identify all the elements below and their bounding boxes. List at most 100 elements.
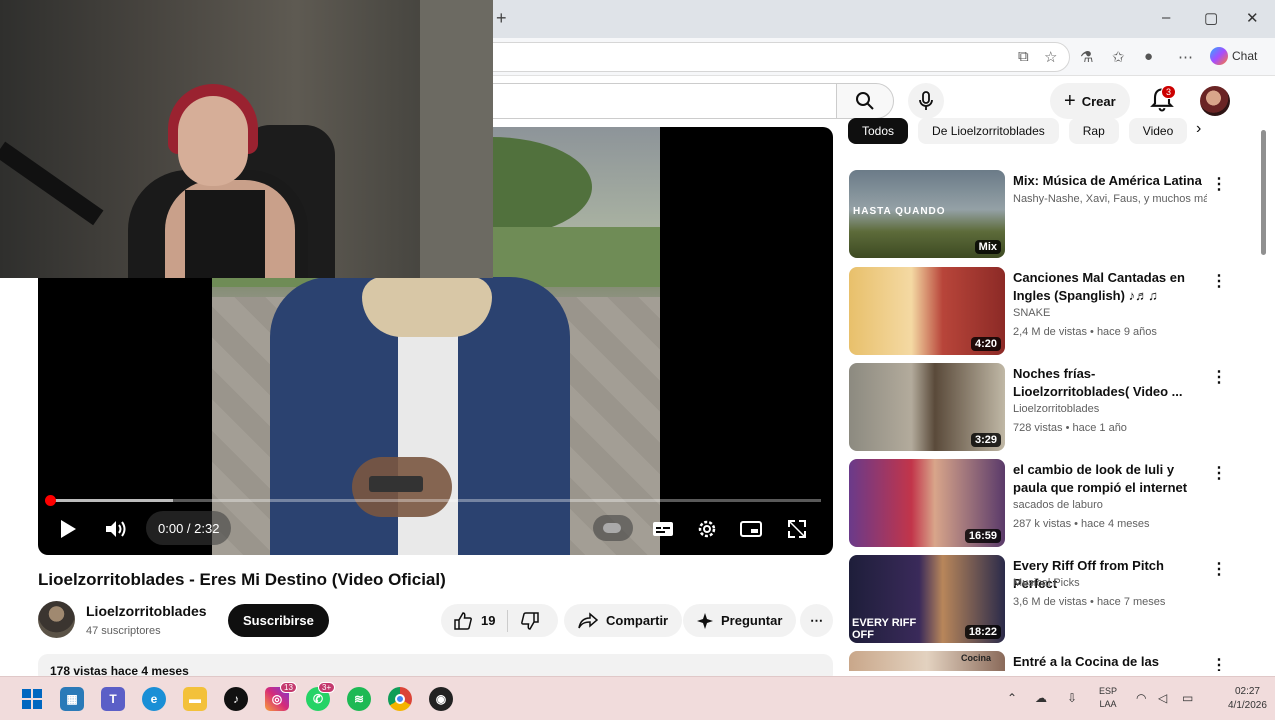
chip-rap[interactable]: Rap <box>1068 118 1119 144</box>
share-icon <box>578 611 598 628</box>
progress-scrubber[interactable] <box>45 495 56 506</box>
screen: + – ▢ ✕ ⧉ ☆ ⚗ ✩ ● ⋯ Chat + Crear 3 Todos… <box>0 0 1275 720</box>
volume-icon <box>106 521 126 537</box>
duration-badge: 3:29 <box>970 433 1001 447</box>
chevron-up-icon[interactable]: ⌃ <box>1007 691 1017 705</box>
recommendation-item[interactable]: 16:59 el cambio de look de luli y paula … <box>849 459 1229 549</box>
recommendation-title[interactable]: Mix: Música de América Latina <box>1013 172 1207 190</box>
sidebar-scrollbar[interactable] <box>1261 130 1266 255</box>
volume-button[interactable] <box>102 516 130 542</box>
more-vertical-icon[interactable]: ⋮ <box>1211 559 1227 579</box>
recommendation-thumbnail[interactable]: 16:59 <box>849 459 1005 547</box>
search-input[interactable] <box>470 83 836 119</box>
battery-icon[interactable]: ▭ <box>1182 691 1193 705</box>
address-bar[interactable] <box>470 42 1070 72</box>
subtitles-button[interactable] <box>650 516 676 542</box>
edge-icon[interactable]: e <box>142 687 166 711</box>
duration-badge: 16:59 <box>964 529 1001 543</box>
onedrive-icon[interactable]: ☁ <box>1035 691 1047 705</box>
settings-button[interactable] <box>694 516 720 542</box>
recommendation-item[interactable]: 4:20 Canciones Mal Cantadas en Ingles (S… <box>849 267 1229 357</box>
tiktok-icon[interactable]: ♪ <box>224 687 248 711</box>
recommendation-item[interactable]: HASTA QUANDO Mix Mix: Música de América … <box>849 170 1229 260</box>
language-code: ESP <box>1099 686 1118 696</box>
chip-video[interactable]: Video <box>1128 118 1188 144</box>
clock-time: 02:27 <box>1234 686 1260 697</box>
channel-name[interactable]: Lioelzorritoblades <box>86 603 207 619</box>
close-window-button[interactable]: ✕ <box>1246 9 1259 27</box>
play-button[interactable] <box>56 516 80 542</box>
more-vertical-icon[interactable]: ⋮ <box>1211 655 1227 671</box>
recommendation-title[interactable]: Noches frías- Lioelzorritoblades( Video … <box>1013 365 1207 401</box>
like-count: 19 <box>481 613 496 628</box>
more-actions-button[interactable]: ⋯ <box>800 604 833 637</box>
windows-start-icon[interactable] <box>20 687 44 711</box>
video-title: Lioelzorritoblades - Eres Mi Destino (Vi… <box>38 570 446 589</box>
sparkle-icon <box>697 612 713 629</box>
subscribe-button[interactable]: Suscribirse <box>228 604 329 637</box>
ask-button[interactable]: Preguntar <box>683 604 797 637</box>
more-vertical-icon[interactable]: ⋮ <box>1211 174 1227 194</box>
recommendation-item[interactable]: EVERY RIFF OFF 18:22 Every Riff Off from… <box>849 555 1229 645</box>
usb-icon[interactable]: ⇩ <box>1067 691 1077 705</box>
more-vertical-icon[interactable]: ⋮ <box>1211 463 1227 483</box>
search-button[interactable] <box>836 83 894 119</box>
extensions-icon[interactable]: ⚗ <box>1080 48 1093 66</box>
recommendation-title[interactable]: el cambio de look de luli y paula que ro… <box>1013 461 1207 497</box>
recommendation-title[interactable]: Entré a la Cocina de las <box>1013 653 1207 671</box>
keyboard-layout: LAA <box>1099 699 1117 709</box>
share-button[interactable]: Compartir <box>564 604 683 637</box>
like-button[interactable]: 19 <box>441 604 507 637</box>
recommendation-meta: 287 k vistas • hace 4 meses <box>1013 518 1150 530</box>
favorite-star-icon[interactable]: ☆ <box>1044 48 1057 66</box>
chrome-icon[interactable] <box>388 687 412 711</box>
thumbnail-caption: EVERY RIFF OFF <box>852 617 917 641</box>
miniplayer-button[interactable] <box>738 516 764 542</box>
account-avatar[interactable] <box>1200 86 1230 116</box>
search-icon <box>856 92 874 110</box>
copilot-button[interactable]: Chat <box>1210 47 1257 65</box>
game-app-icon[interactable]: ◉ <box>429 687 453 711</box>
chip-channel[interactable]: De Lioelzorritoblades <box>918 118 1059 144</box>
chip-all[interactable]: Todos <box>848 118 909 144</box>
more-vertical-icon[interactable]: ⋮ <box>1211 271 1227 291</box>
autoplay-toggle[interactable] <box>593 515 633 541</box>
webcam-overlay <box>0 0 493 278</box>
file-explorer-icon[interactable]: ▬ <box>183 687 207 711</box>
new-tab-button[interactable]: + <box>496 8 507 29</box>
more-vertical-icon[interactable]: ⋮ <box>1211 367 1227 387</box>
thumbs-down-icon <box>521 611 540 630</box>
recommendation-thumbnail[interactable]: 4:20 <box>849 267 1005 355</box>
create-label: Crear <box>1081 93 1116 109</box>
recommendation-title[interactable]: Canciones Mal Cantadas en Ingles (Spangl… <box>1013 269 1207 305</box>
plus-icon: + <box>1064 89 1076 112</box>
spotify-icon[interactable]: ≋ <box>347 687 371 711</box>
speaker-icon[interactable]: ◁ <box>1158 691 1167 705</box>
windows-taskbar: ▦ T e ▬ ♪ ◎ 13 ✆ 3+ ≋ ◉ ⌃ ☁ ⇩ ESP LAA ◠ … <box>0 676 1275 720</box>
minimize-button[interactable]: – <box>1162 9 1170 26</box>
webcam-person-face <box>178 96 248 186</box>
recommendation-item[interactable]: Cocina Entré a la Cocina de las ⋮ <box>849 651 1229 671</box>
channel-avatar[interactable] <box>38 601 75 638</box>
favorites-icon[interactable]: ✩ <box>1112 48 1125 66</box>
dislike-button[interactable] <box>508 604 552 637</box>
chevron-right-icon[interactable]: › <box>1196 120 1201 138</box>
recommendation-item[interactable]: 3:29 Noches frías- Lioelzorritoblades( V… <box>849 363 1229 453</box>
profile-icon[interactable]: ● <box>1144 48 1153 65</box>
more-menu-icon[interactable]: ⋯ <box>1178 48 1193 66</box>
filter-chips: Todos De Lioelzorritoblades Rap Video <box>848 118 1188 144</box>
create-button[interactable]: + Crear <box>1050 83 1130 119</box>
recommendation-thumbnail[interactable]: Cocina <box>849 651 1005 671</box>
language-indicator[interactable]: ESP LAA <box>1099 685 1117 711</box>
read-aloud-icon[interactable]: ⧉ <box>1018 48 1029 65</box>
recommendation-thumbnail[interactable]: EVERY RIFF OFF 18:22 <box>849 555 1005 643</box>
recommendation-thumbnail[interactable]: 3:29 <box>849 363 1005 451</box>
voice-search-button[interactable] <box>908 83 944 119</box>
store-icon[interactable]: ▦ <box>60 687 84 711</box>
maximize-button[interactable]: ▢ <box>1204 9 1218 27</box>
fullscreen-button[interactable] <box>784 516 810 542</box>
teams-icon[interactable]: T <box>101 687 125 711</box>
system-clock[interactable]: 02:27 4/1/2026 <box>1228 685 1267 713</box>
wifi-icon[interactable]: ◠ <box>1136 691 1146 705</box>
recommendation-thumbnail[interactable]: HASTA QUANDO Mix <box>849 170 1005 258</box>
